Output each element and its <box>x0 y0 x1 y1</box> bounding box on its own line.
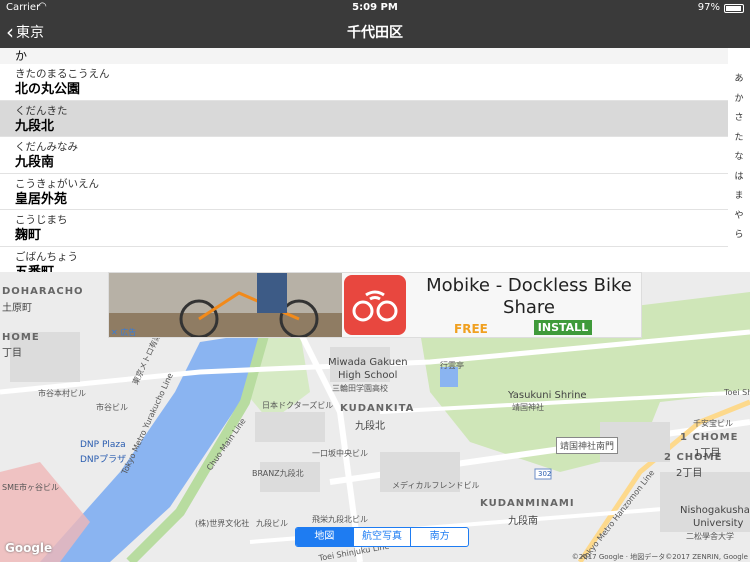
map-label-kudanminami-jp: 九段南 <box>508 516 538 527</box>
map-label-kudankita: KUDANKITA <box>340 403 415 414</box>
map-label-shiko: 市谷本村ビル <box>38 389 86 398</box>
map-label-bunka: (株)世界文化社 <box>195 519 250 528</box>
battery-icon <box>724 4 744 13</box>
map-label-university: University <box>693 518 744 529</box>
ad-banner[interactable]: Mobike - Dockless Bike Share FREE INSTAL… <box>108 272 642 338</box>
list-item-name: 北の丸公園 <box>15 82 81 97</box>
map-label-ichiro: 一口坂中央ビル <box>312 449 368 458</box>
map-label-dnp-jp: DNPプラザ <box>80 455 127 465</box>
ad-choices-label[interactable]: ✕ 広告 <box>111 327 136 338</box>
clock: 5:09 PM <box>352 2 398 13</box>
list-item-kana: きたのまるこうえん <box>15 68 110 80</box>
close-icon[interactable]: ✕ <box>111 328 120 337</box>
list-item-name: 皇居外苑 <box>15 191 68 207</box>
list-item-kana: こうじまち <box>15 214 68 226</box>
index-item[interactable]: か <box>728 90 750 110</box>
ad-free-label: FREE <box>454 322 488 336</box>
map-label-yasukuni-gate: 靖国神社南門 <box>556 437 619 454</box>
index-item[interactable]: ら <box>728 226 750 246</box>
ad-choice-text: 広告 <box>120 328 137 337</box>
section-index[interactable]: あ か さ た な は ま や ら <box>728 70 750 246</box>
battery-percent: 97% <box>697 2 720 13</box>
index-item[interactable]: た <box>728 129 750 149</box>
status-bar: Carrier ◠ 5:09 PM 97% <box>0 0 750 16</box>
map-label-1chome: 1 CHOME <box>680 432 739 443</box>
map-label-yasukuni: Yasukuni Shrine <box>508 390 587 401</box>
list-item-name: 九段北 <box>15 118 55 134</box>
list-item[interactable]: こうきょがいえん 皇居外苑 <box>0 174 728 210</box>
map-label-1chome-jp: 1丁目 <box>694 448 721 459</box>
map-label-iidabashi: 飛栄九段北ビル <box>312 515 368 524</box>
ad-title[interactable]: Mobike - Dockless Bike Share <box>419 275 639 319</box>
index-item[interactable]: さ <box>728 109 750 129</box>
map-attribution[interactable]: ©2017 Google · 地図データ©2017 ZENRIN, Google <box>572 552 748 562</box>
list-item[interactable]: きたのまるこうえん 北の丸公園 <box>0 64 728 101</box>
segment-map[interactable]: 地図 <box>296 528 354 546</box>
map-label-medical: メディカルフレンドビル <box>392 481 480 490</box>
map-label-toei: Toei Shi <box>724 388 750 397</box>
navigation-bar: Carrier ◠ 5:09 PM 97% ‹ 東京 千代田区 <box>0 0 750 48</box>
segment-south[interactable]: 南方 <box>411 528 468 546</box>
index-item[interactable]: な <box>728 148 750 168</box>
list-item-name: 五番町 <box>15 264 55 273</box>
list-item-kana: くだんきた <box>15 104 68 117</box>
map-label-ichigaya-bldg: 市谷ビル <box>96 403 128 412</box>
map-label-high-school: High School <box>338 370 398 381</box>
google-logo: Google <box>5 541 53 555</box>
map-label-chiyoda-police: 千安宝ビル <box>693 419 733 428</box>
map-label-doharacho-jp: 土原町 <box>2 303 32 314</box>
list-item[interactable]: ごばんちょう 五番町 <box>0 247 728 273</box>
ad-photo[interactable] <box>109 273 342 337</box>
map-label-home-jp: 丁目 <box>2 348 22 359</box>
list-item-name: 九段南 <box>15 155 55 170</box>
map-label-doharacho: DOHARACHO <box>2 286 84 297</box>
list-item-kana: くだんみなみ <box>15 141 78 153</box>
segment-satellite[interactable]: 航空写真 <box>354 528 412 546</box>
page-title: 千代田区 <box>347 25 403 41</box>
list-item-kana: こうきょがいえん <box>15 177 99 190</box>
section-header: か <box>0 48 728 64</box>
list-item-kana: ごばんちょう <box>15 250 78 263</box>
index-item[interactable]: や <box>728 207 750 227</box>
map-type-segmented-control[interactable]: 地図 航空写真 南方 <box>295 527 469 547</box>
map-label-brainz: BRANZ九段北 <box>252 469 304 478</box>
map-label-nishogakusha: Nishogakusha <box>680 505 750 516</box>
map-label-nihon-doctors: 日本ドクターズビル <box>262 401 334 410</box>
map-label-nishogakusha-jp: 二松學舎大学 <box>686 532 734 541</box>
map-label-dnp-plaza: DNP Plaza <box>80 440 126 450</box>
map-label-gyoseido: 行雲亭 <box>440 361 464 370</box>
map-label-kudan-bldg: 九段ビル <box>256 519 288 528</box>
index-item[interactable]: は <box>728 168 750 188</box>
map-label-miwada: Miwada Gakuen <box>328 357 408 368</box>
ad-install-button[interactable]: INSTALL <box>534 320 592 335</box>
map-label-yasukuni-jp: 靖国神社 <box>512 403 544 412</box>
list-item[interactable]: こうじまち 麹町 <box>0 210 728 247</box>
list-item[interactable]: くだんみなみ 九段南 <box>0 137 728 174</box>
list-item[interactable]: くだんきた 九段北 <box>0 100 728 137</box>
route-302-marker: 302 <box>538 470 552 478</box>
map-label-sme: SME市ヶ谷ビル <box>2 483 60 492</box>
index-item[interactable]: あ <box>728 70 750 90</box>
map-label-kudanminami: KUDANMINAMI <box>480 498 575 509</box>
mobike-logo-icon[interactable] <box>344 275 406 335</box>
list-item-name: 麹町 <box>15 228 42 243</box>
map-label-miwada-jp: 三輪田学園高校 <box>332 384 388 393</box>
index-item[interactable]: ま <box>728 187 750 207</box>
area-list[interactable]: か きたのまるこうえん 北の丸公園 くだんきた 九段北 くだんみなみ 九段南 こ… <box>0 48 728 272</box>
map-label-kudankita-jp: 九段北 <box>355 421 385 432</box>
map-label-2chome-jp: 2丁目 <box>676 468 703 479</box>
map-label-home: HOME <box>2 332 40 343</box>
